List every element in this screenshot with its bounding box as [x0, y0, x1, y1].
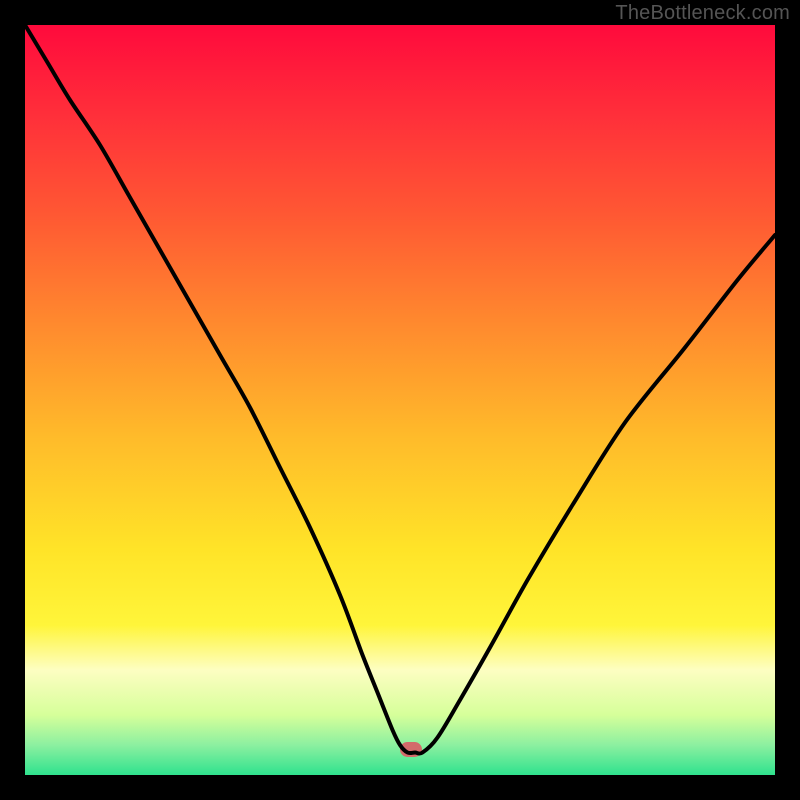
chart-frame: { "watermark": "TheBottleneck.com", "col… — [0, 0, 800, 800]
watermark-text: TheBottleneck.com — [615, 2, 790, 25]
bottleneck-curve-path — [25, 25, 775, 754]
curve-svg — [25, 25, 775, 775]
plot-area — [25, 25, 775, 775]
